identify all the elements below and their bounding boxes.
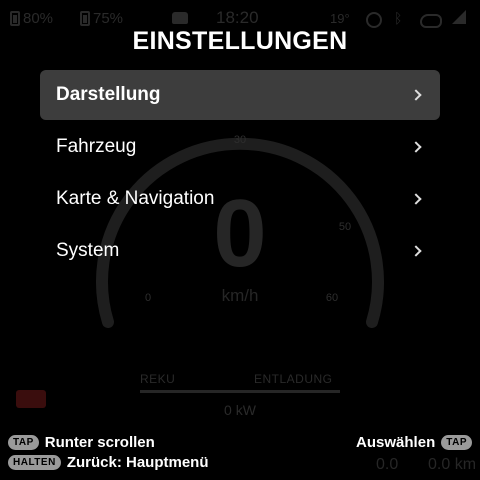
power-regen-label: REKU <box>140 372 176 386</box>
settings-screen: 80% 75% 18:20 19° ᛒ 0 30 50 60 0 km/h RE… <box>0 0 480 480</box>
hint-select: Auswählen TAP <box>356 434 472 451</box>
hint-scroll-text: Runter scrollen <box>44 434 155 451</box>
chevron-right-icon <box>410 141 422 153</box>
menu-item-label: Darstellung <box>56 84 161 105</box>
hold-key-badge: HALTEN <box>8 455 61 470</box>
speed-unit: km/h <box>221 286 259 305</box>
menu-item-karte-navigation[interactable]: Karte & Navigation <box>40 174 440 224</box>
power-value: 0 kW <box>224 402 256 418</box>
menu-item-fahrzeug[interactable]: Fahrzeug <box>40 122 440 172</box>
select-key-badge: TAP <box>441 435 472 450</box>
menu-item-darstellung[interactable]: Darstellung <box>40 70 440 120</box>
chevron-right-icon <box>410 245 422 257</box>
menu-item-system[interactable]: System <box>40 226 440 276</box>
warning-badge <box>16 390 46 408</box>
hint-select-text: Auswählen <box>356 434 436 451</box>
power-bar <box>140 390 340 393</box>
hint-back: HALTEN Zurück: Hauptmenü <box>8 454 209 471</box>
menu-item-label: Fahrzeug <box>56 136 137 157</box>
chevron-right-icon <box>410 193 422 205</box>
power-discharge-label: ENTLADUNG <box>254 372 333 386</box>
chevron-right-icon <box>410 89 422 101</box>
hint-scroll: TAP Runter scrollen <box>8 434 155 451</box>
tap-key-badge: TAP <box>8 435 39 450</box>
menu-item-label: System <box>56 240 120 261</box>
trip-right: 0.0 km <box>428 456 477 473</box>
hint-back-text: Zurück: Hauptmenü <box>66 454 209 471</box>
menu-item-label: Karte & Navigation <box>56 188 215 209</box>
settings-menu: Darstellung Fahrzeug Karte & Navigation … <box>40 70 440 278</box>
page-title: EINSTELLUNGEN <box>132 27 348 55</box>
trip-left: 0.0 <box>376 456 399 473</box>
